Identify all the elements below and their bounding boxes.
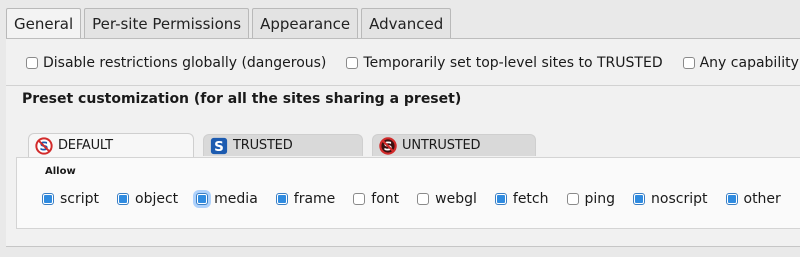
capability-webgl[interactable]: webgl (417, 191, 477, 207)
capability-fetch[interactable]: fetch (494, 191, 549, 207)
capability-label: media (214, 191, 258, 207)
noscript-default-icon: S (35, 136, 53, 155)
preset-content-box: Allow script object media frame font web… (16, 157, 800, 229)
capability-ping[interactable]: ping (566, 191, 616, 207)
tab-general[interactable]: General (6, 8, 82, 39)
capability-label: webgl (435, 191, 477, 207)
general-panel: Disable restrictions globally (dangerous… (6, 38, 800, 247)
preset-trusted-label: TRUSTED (233, 138, 293, 153)
capability-label: script (60, 191, 100, 207)
noscript-trusted-icon: S (210, 137, 228, 154)
capability-checkbox[interactable] (353, 193, 366, 205)
noscript-untrusted-icon: S (379, 136, 397, 155)
global-options-row: Disable restrictions globally (dangerous… (26, 55, 800, 71)
capability-label: fetch (512, 191, 549, 207)
preset-default-label: DEFAULT (58, 138, 113, 153)
any-capability-checkbox[interactable] (682, 57, 695, 69)
capability-checkbox[interactable] (275, 193, 288, 205)
capability-checkbox[interactable] (633, 193, 646, 205)
capability-label: object (135, 191, 179, 207)
capability-media[interactable]: media (196, 191, 258, 207)
capability-noscript[interactable]: noscript (633, 191, 708, 207)
temp-trusted-checkbox[interactable] (346, 57, 359, 69)
capability-label: other (743, 191, 781, 207)
tab-per-site-permissions[interactable]: Per-site Permissions (84, 8, 250, 38)
capability-checkbox[interactable] (566, 193, 579, 205)
tab-appearance[interactable]: Appearance (252, 8, 359, 38)
capability-label: font (371, 191, 400, 207)
allow-label: Allow (45, 166, 76, 177)
capability-checkbox[interactable] (725, 193, 738, 205)
temp-trusted-label: Temporarily set top-level sites to TRUST… (363, 55, 663, 71)
preset-tab-untrusted[interactable]: S UNTRUSTED (372, 134, 536, 156)
disable-restrictions-checkbox[interactable] (26, 57, 38, 69)
capability-frame[interactable]: frame (275, 191, 336, 207)
capability-checkbox[interactable] (42, 193, 54, 205)
capability-label: frame (293, 191, 336, 207)
preset-tab-default[interactable]: S DEFAULT (28, 133, 194, 157)
capability-checkbox[interactable] (417, 193, 430, 205)
capability-object[interactable]: object (117, 191, 178, 207)
svg-text:S: S (214, 138, 224, 154)
any-capability-option[interactable]: Any capability blo (682, 55, 800, 71)
temp-trusted-option[interactable]: Temporarily set top-level sites to TRUST… (346, 55, 663, 71)
any-capability-label: Any capability blo (699, 55, 800, 71)
capability-checkbox[interactable] (196, 193, 209, 205)
capabilities-row: script object media frame font webgl fet… (42, 191, 799, 207)
divider (6, 85, 800, 86)
disable-restrictions-label: Disable restrictions globally (dangerous… (43, 55, 327, 71)
capability-checkbox[interactable] (117, 193, 130, 205)
capability-script[interactable]: script (42, 191, 99, 207)
preset-customization-heading: Preset customization (for all the sites … (22, 91, 462, 107)
tab-advanced[interactable]: Advanced (361, 8, 452, 38)
preset-tab-trusted[interactable]: S TRUSTED (203, 134, 363, 156)
capability-font[interactable]: font (353, 191, 399, 207)
capability-checkbox[interactable] (494, 193, 507, 205)
capability-label: noscript (651, 191, 708, 207)
capability-other[interactable]: other (725, 191, 781, 207)
capability-label: ping (584, 191, 616, 207)
disable-restrictions-option[interactable]: Disable restrictions globally (dangerous… (26, 55, 326, 71)
preset-untrusted-label: UNTRUSTED (402, 138, 481, 153)
settings-tab-bar: General Per-site Permissions Appearance … (6, 8, 454, 39)
